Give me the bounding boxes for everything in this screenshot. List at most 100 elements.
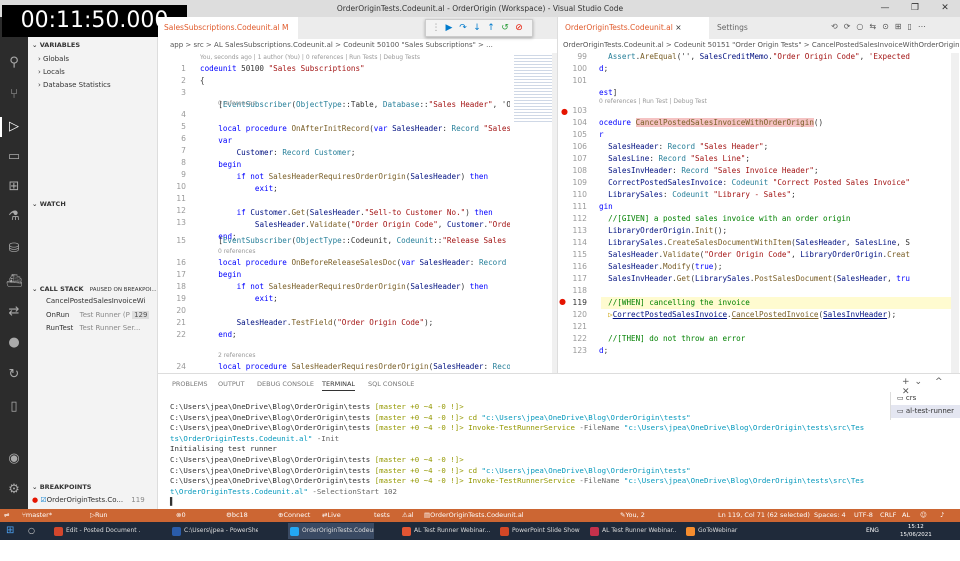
run-debug-icon[interactable]: ▷ [0, 117, 24, 137]
feedback-icon[interactable]: ☺ [920, 509, 927, 522]
breakpoints-header[interactable]: ⌄ BREAKPOINTS [28, 483, 158, 491]
status-errors[interactable]: ⊗ 0 ▲ 0 [176, 509, 186, 545]
github-icon[interactable]: ● [4, 333, 24, 353]
status-bar: ⇌ ⑂ master* ▷ Run In Web Client ⊗ 0 ▲ 0 … [0, 509, 960, 558]
tab-settings[interactable]: Settings [711, 17, 771, 39]
system-clock[interactable]: 15:12 15/06/2021 [900, 523, 932, 539]
right-editor: OrderOriginTests.Codeunit.al × Settings … [559, 17, 960, 373]
code-text[interactable]: ocedure CancelPostedSalesInvoiceWithOrde… [599, 117, 951, 357]
continue-icon[interactable]: ▶ [442, 21, 456, 35]
taskbar-item[interactable]: Edit - Posted Document ... [52, 523, 140, 539]
tab-sales-subscriptions[interactable]: SalesSubscriptions.Codeunit.al M [158, 17, 298, 39]
taskbar-item[interactable]: PowerPoint Slide Show -... [498, 523, 580, 539]
notifications-icon[interactable]: ♪ [940, 509, 944, 522]
status-debug-config[interactable]: ⚙ bc18 (tests) [226, 509, 253, 532]
taskbar-item[interactable]: GoToWebinar [684, 523, 754, 539]
status-spaces[interactable]: Spaces: 4 [814, 509, 846, 522]
tab-problems[interactable]: PROBLEMS [172, 377, 207, 391]
tab-terminal[interactable]: TERMINAL [322, 377, 356, 391]
disconnect-icon[interactable]: ⊘ [512, 21, 526, 35]
taskbar-item[interactable]: AL Test Runner Webinar... [588, 523, 676, 539]
variables-globals[interactable]: › Globals [38, 55, 69, 63]
restore-icon[interactable]: ❐ [900, 0, 930, 17]
remote-indicator-icon[interactable]: ⇌ [4, 509, 9, 522]
editor-actions[interactable]: ⟲⟳○⇆⊙⊞▯⋯ [831, 22, 932, 31]
terminal-cursor[interactable]: ▌ [170, 497, 174, 508]
docker-icon[interactable]: ⛴ [4, 272, 24, 292]
restart-icon[interactable]: ↺ [498, 21, 512, 35]
sql-icon[interactable]: ⛁ [4, 239, 24, 259]
remote-explorer-icon[interactable]: ▭ [4, 147, 24, 167]
step-out-icon[interactable]: ↑ [484, 21, 498, 35]
code-lens[interactable]: 2 references [218, 351, 256, 361]
variables-db-stats[interactable]: › Database Statistics [38, 81, 111, 89]
live-share-icon[interactable]: ⇄ [4, 302, 24, 322]
status-encoding[interactable]: UTF-8 [854, 509, 873, 522]
drag-handle-icon[interactable]: ⋮ [429, 21, 443, 35]
variables-locals[interactable]: › Locals [38, 68, 65, 76]
settings-gear-icon[interactable]: ⚙ [4, 480, 24, 500]
status-run-web-client[interactable]: ▷ Run In Web Client [90, 509, 114, 558]
status-position[interactable]: Ln 119, Col 71 (62 selected) [718, 509, 810, 522]
extensions-icon[interactable]: ⊞ [4, 177, 24, 197]
variables-header[interactable]: ⌄ VARIABLES [28, 41, 158, 49]
callstack-frame[interactable]: CancelPostedSalesInvoiceWi [46, 297, 145, 305]
status-blame[interactable]: ✎ You, 2 months ago [620, 509, 650, 545]
code-text[interactable]: local procedure SalesHeaderRequiresOrder… [200, 361, 510, 373]
tab-order-origin-tests[interactable]: OrderOriginTests.Codeunit.al × [559, 17, 709, 39]
taskbar-item[interactable]: C:\Users\jpea - PowerShe... [170, 523, 258, 539]
taskbar-item[interactable]: AL Test Runner Webinar... [400, 523, 492, 539]
database-icon[interactable]: ▯ [4, 397, 24, 417]
status-tests[interactable]: tests [374, 509, 390, 522]
source-control-icon[interactable]: ⑂ [4, 85, 24, 105]
breadcrumb[interactable]: app > src > AL SalesSubscriptions.Codeun… [158, 39, 557, 52]
code-text[interactable]: local procedure OnBeforeReleaseSalesDoc(… [200, 257, 510, 341]
input-language[interactable]: ENG [866, 522, 879, 540]
bottom-panel: PROBLEMS OUTPUT DEBUG CONSOLE TERMINAL S… [158, 373, 960, 509]
callstack-header[interactable]: ⌄ CALL STACK PAUSED ON BREAKPOI... [28, 285, 158, 293]
scrollbar[interactable] [951, 53, 959, 373]
status-language[interactable]: AL [902, 509, 910, 522]
status-eol[interactable]: CRLF [880, 509, 896, 522]
terminal-line: C:\Users\jpea\OneDrive\Blog\OrderOrigin\… [170, 402, 464, 411]
tab-output[interactable]: OUTPUT [218, 377, 245, 391]
step-over-icon[interactable]: ↷ [456, 21, 470, 35]
search-icon[interactable]: ○ [28, 522, 35, 540]
breakpoint-item[interactable]: ● ☑OrderOriginTests.Co... 119 [32, 496, 145, 504]
search-icon[interactable]: ⚲ [4, 53, 24, 73]
status-live-share[interactable]: ⇄ Live Share [322, 509, 346, 532]
terminal-item[interactable]: ▭ al-test-runner [891, 405, 960, 418]
terminal-line: C:\Users\jpea\OneDrive\Blog\OrderOrigin\… [170, 412, 691, 422]
status-al[interactable]: ⚠ al [402, 509, 414, 522]
callstack-frame[interactable]: OnRun Test Runner (P 129 [46, 311, 156, 319]
account-icon[interactable]: ◉ [4, 449, 24, 469]
breakpoint-icon[interactable]: ● [561, 107, 568, 116]
testing-icon[interactable]: ⚗ [4, 207, 24, 227]
tab-sql-console[interactable]: SQL CONSOLE [368, 377, 414, 391]
taskbar-item[interactable]: OrderOriginTests.Codeun... [288, 523, 374, 539]
code-text[interactable]: [EventSubscriber(ObjectType::Codeunit, C… [200, 235, 510, 247]
callstack-frame[interactable]: RunTest Test Runner Ser... [46, 324, 140, 332]
code-text[interactable]: Assert.AreEqual('', SalesCreditMemo."Ord… [599, 51, 951, 99]
code-text[interactable]: codeunit 50100 "Sales Subscriptions" { [… [200, 63, 510, 243]
terminal-line: C:\Users\jpea\OneDrive\Blog\OrderOrigin\… [170, 455, 464, 464]
close-icon[interactable]: ✕ [930, 0, 960, 17]
status-connect[interactable]: ⊕ Connect [278, 509, 310, 522]
scrollbar[interactable] [552, 53, 557, 373]
status-branch[interactable]: ⑂ master* [22, 509, 52, 522]
remote-icon[interactable]: ↻ [4, 365, 24, 385]
code-lens[interactable]: 0 references [218, 99, 256, 109]
watch-header[interactable]: ⌄ WATCH [28, 200, 158, 208]
tab-debug-console[interactable]: DEBUG CONSOLE [257, 377, 314, 391]
step-into-icon[interactable]: ↓ [470, 21, 484, 35]
minimize-icon[interactable]: — [870, 0, 900, 17]
status-file[interactable]: ▤ OrderOriginTests.Codeunit.al [424, 509, 524, 522]
code-lens[interactable]: 0 references [218, 247, 256, 257]
terminal-item[interactable]: ▭ crs [891, 392, 960, 405]
activity-bar: ❐ ⚲ ⑂ ▷ ▭ ⊞ ⚗ ⛁ ⛴ ⇄ ● ↻ ▯ ◉ ⚙ [0, 17, 28, 509]
breakpoint-icon[interactable]: ● [559, 297, 566, 306]
minimap[interactable] [514, 53, 552, 123]
terminal-line: C:\Users\jpea\OneDrive\Blog\OrderOrigin\… [170, 423, 865, 433]
windows-start-icon[interactable]: ⊞ [6, 522, 14, 540]
code-lens[interactable]: You, seconds ago | 1 author (You) | 0 re… [200, 53, 420, 63]
